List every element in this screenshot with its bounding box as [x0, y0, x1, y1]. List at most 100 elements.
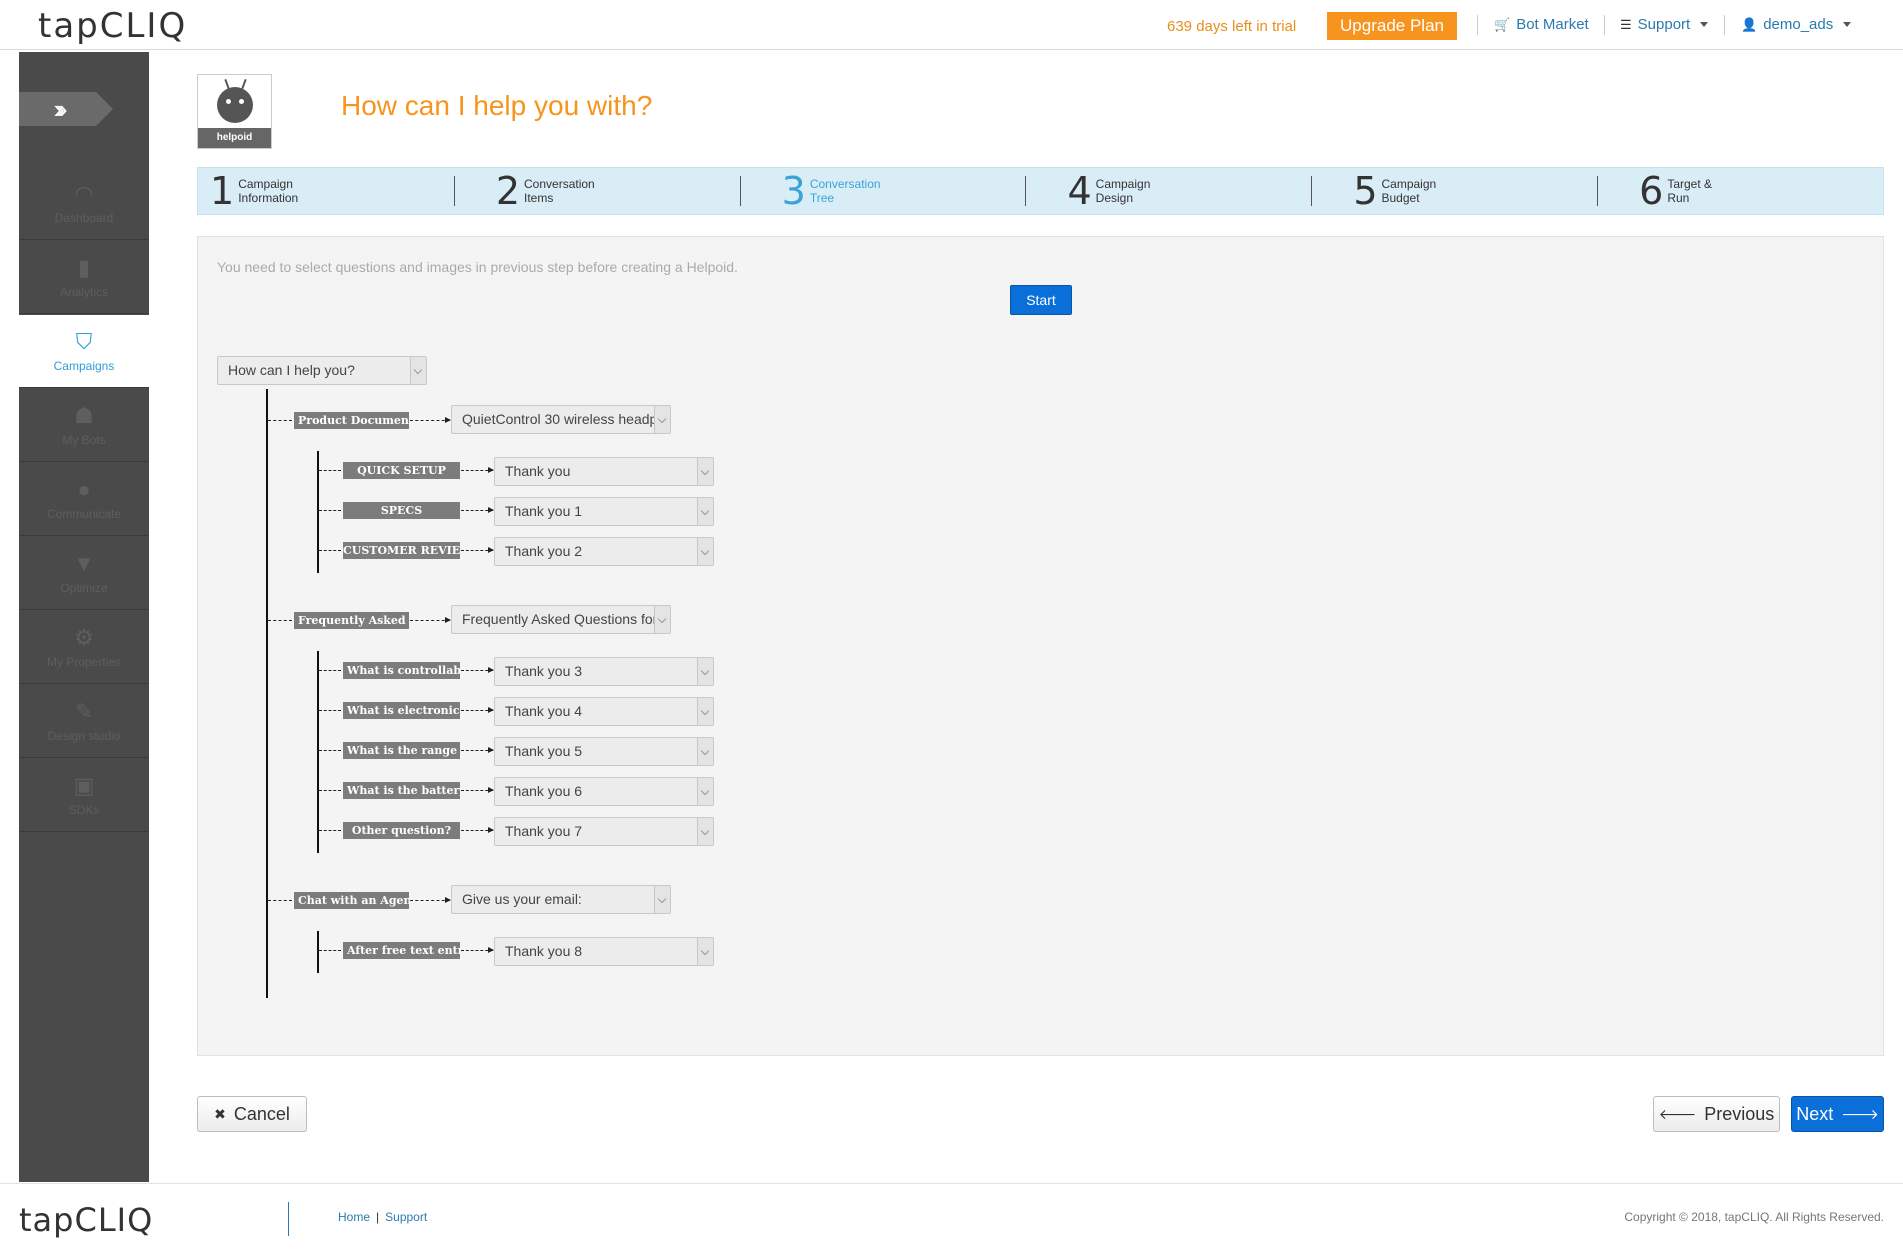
child-select[interactable]: Thank you 8 — [494, 937, 714, 966]
step-4[interactable]: 4 Campaign Design — [1025, 168, 1311, 214]
sdk-icon: ▣ — [73, 773, 95, 798]
child-select[interactable]: Thank you 6 — [494, 777, 714, 806]
child-select-value: Thank you — [505, 463, 571, 479]
nav-divider — [1477, 15, 1478, 35]
sidebar-item-communicate[interactable]: ● Communicate — [19, 463, 149, 536]
sidebar-item-my-properties[interactable]: ⚙ My Properties — [19, 611, 149, 684]
step-6[interactable]: 6 Target & Run — [1597, 168, 1883, 214]
tree-arrow — [461, 507, 494, 513]
footer-home-link[interactable]: Home — [338, 1210, 370, 1224]
sidebar-item-label: Dashboard — [54, 211, 114, 225]
tree-connector — [319, 790, 341, 791]
child-select[interactable]: Thank you — [494, 457, 714, 486]
tree-connector — [319, 830, 341, 831]
footer-support-link[interactable]: Support — [385, 1210, 427, 1224]
child-select[interactable]: Thank you 2 — [494, 537, 714, 566]
sidebar-item-campaigns[interactable]: ⛉ Campaigns — [19, 315, 149, 388]
branch-select[interactable]: Give us your email: — [451, 885, 671, 914]
step-number: 3 — [781, 169, 806, 213]
step-3[interactable]: 3 Conversation Tree — [739, 168, 1026, 214]
tree-node-label: Chat with an Agent — [294, 892, 409, 909]
step-5[interactable]: 5 Campaign Budget — [1311, 168, 1597, 214]
chevron-down-icon — [654, 886, 670, 913]
child-select-value: Thank you 2 — [505, 543, 583, 559]
tree-connector — [319, 750, 341, 751]
tree-node-label: What is electronic — [343, 702, 460, 719]
child-select-value: Thank you 7 — [505, 823, 583, 839]
upgrade-plan-button[interactable]: Upgrade Plan — [1327, 12, 1457, 40]
tree-node-label: Frequently Asked — [294, 612, 409, 629]
bot-market-link[interactable]: 🛒 Bot Market — [1494, 16, 1589, 33]
app-logo[interactable]: tapCLIQ — [38, 6, 187, 46]
step-label: Campaign Information — [238, 177, 299, 205]
chevron-down-icon — [697, 938, 713, 965]
child-select[interactable]: Thank you 1 — [494, 497, 714, 526]
previous-button[interactable]: 🡐 Previous — [1653, 1096, 1780, 1132]
tree-node-label: After free text entry — [343, 942, 460, 959]
tree-branch-line — [317, 651, 319, 853]
previous-label: Previous — [1704, 1103, 1775, 1124]
conversation-tree-panel: You need to select questions and images … — [197, 236, 1884, 1056]
sidebar-item-optimize[interactable]: ▼ Optimize — [19, 537, 149, 610]
chevron-down-icon — [410, 357, 426, 384]
user-menu[interactable]: 👤 demo_ads — [1741, 16, 1852, 33]
child-select[interactable]: Thank you 5 — [494, 737, 714, 766]
top-navbar: tapCLIQ 639 days left in trial Upgrade P… — [0, 0, 1903, 50]
footer: tapCLIQ Home | Support Copyright © 2018, t… — [0, 1183, 1903, 1252]
child-select-value: Thank you 4 — [505, 703, 583, 719]
step-number: 4 — [1067, 169, 1092, 213]
sidebar-item-analytics[interactable]: ▮ Analytics — [19, 241, 149, 314]
bot-market-label: Bot Market — [1516, 16, 1589, 33]
sidebar-item-design-studio[interactable]: ✎ Design studio — [19, 685, 149, 758]
step-label: Conversation Tree — [809, 177, 881, 205]
branch-select-value: Give us your email: — [462, 891, 582, 907]
tree-arrow — [461, 827, 494, 833]
tree-node-label: Other question? — [343, 822, 460, 839]
bot-face-icon — [217, 87, 253, 123]
child-select[interactable]: Thank you 3 — [494, 657, 714, 686]
trial-countdown: 639 days left in trial — [1167, 18, 1297, 35]
tree-connector — [319, 670, 341, 671]
step-label: Conversation Items — [524, 177, 595, 205]
tree-arrow — [461, 547, 494, 553]
filter-icon: ▼ — [73, 551, 95, 576]
sidebar-toggle-button[interactable]: ››› — [19, 92, 113, 126]
tree-node-label: CUSTOMER REVIEWS — [343, 542, 460, 559]
child-select-value: Thank you 8 — [505, 943, 583, 959]
bot-icon: ☗ — [74, 403, 94, 428]
tree-arrow — [410, 617, 451, 623]
root-question-value: How can I help you? — [228, 362, 355, 378]
step-2[interactable]: 2 Conversation Items — [453, 168, 740, 214]
tree-connector — [268, 620, 292, 621]
bot-name: helpoid — [198, 128, 271, 148]
tree-arrow — [461, 667, 494, 673]
chevron-down-icon — [697, 658, 713, 685]
bot-avatar: helpoid — [197, 74, 272, 149]
chat-icon: ● — [77, 477, 91, 502]
analytics-icon: ▮ — [77, 255, 91, 280]
child-select[interactable]: Thank you 4 — [494, 697, 714, 726]
tree-connector — [319, 550, 341, 551]
branch-select[interactable]: QuietControl 30 wireless headphones — [451, 405, 671, 434]
tree-arrow — [461, 747, 494, 753]
tree-branch-line — [317, 451, 319, 573]
sidebar-item-dashboard[interactable]: ◠ Dashboard — [19, 167, 149, 240]
step-1[interactable]: 1 Campaign Information — [198, 168, 454, 214]
sidebar-item-label: Design studio — [47, 729, 121, 743]
start-button[interactable]: Start — [1010, 285, 1072, 315]
support-label: Support — [1637, 16, 1691, 33]
chevron-down-icon — [697, 498, 713, 525]
sidebar-item-sdks[interactable]: ▣ SDKs — [19, 759, 149, 832]
sidebar: ››› ◠ Dashboard ▮ Analytics ⛉ Campaigns ☗ My Bo… — [19, 52, 149, 1182]
gear-icon: ⚙ — [74, 625, 94, 650]
support-menu[interactable]: ☰ Support — [1620, 16, 1709, 33]
branch-select[interactable]: Frequently Asked Questions for — [451, 605, 671, 634]
child-select[interactable]: Thank you 7 — [494, 817, 714, 846]
root-question-select[interactable]: How can I help you? — [217, 356, 427, 385]
footer-links: Home | Support — [338, 1210, 428, 1224]
cancel-button[interactable]: ✖ Cancel — [197, 1096, 307, 1132]
sidebar-item-label: My Properties — [46, 655, 122, 669]
next-button[interactable]: Next 🡒 — [1791, 1096, 1884, 1132]
sidebar-item-my-bots[interactable]: ☗ My Bots — [19, 389, 149, 462]
sidebar-item-label: Campaigns — [53, 359, 115, 373]
